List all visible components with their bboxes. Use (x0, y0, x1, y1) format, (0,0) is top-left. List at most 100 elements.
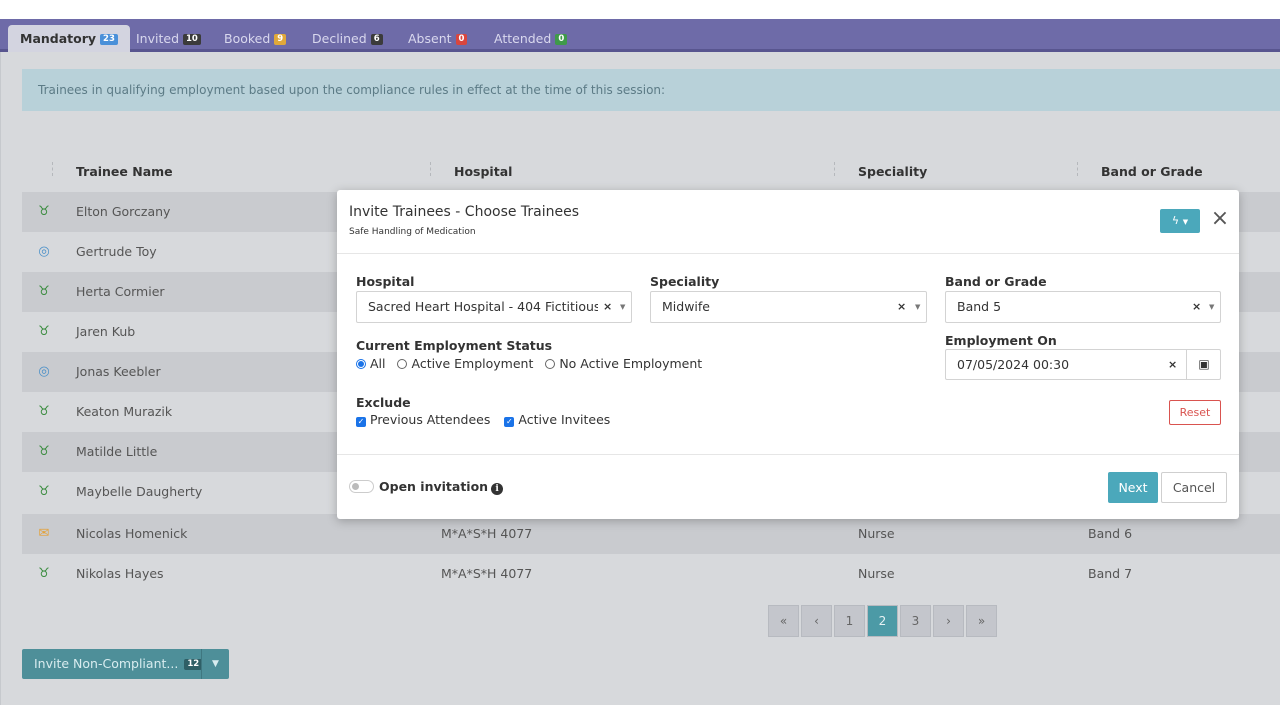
tab-mandatory[interactable]: Mandatory 23 (8, 25, 130, 52)
col-band-grade[interactable]: Band or Grade (1101, 154, 1203, 192)
speciality-select[interactable]: Midwife × ▼ (650, 291, 927, 323)
tab-count-badge: 9 (274, 34, 287, 45)
checkbox-label[interactable]: Active Invitees (518, 412, 610, 427)
speciality-value: Midwife (662, 299, 710, 314)
employment-on-label: Employment On (945, 333, 1057, 348)
exclude-checkboxes: ✓ Previous Attendees ✓ Active Invitees (356, 412, 620, 427)
clear-icon[interactable]: × (897, 292, 906, 322)
clear-icon[interactable]: × (1168, 350, 1177, 380)
column-separator (1077, 162, 1078, 176)
radio-label[interactable]: All (370, 356, 386, 371)
trainee-name: Keaton Murazik (76, 404, 173, 419)
invite-label: Invite Non-Compliant... (34, 656, 179, 671)
trainee-hospital: M*A*S*H 4077 (441, 566, 533, 581)
col-trainee-name[interactable]: Trainee Name (76, 154, 173, 192)
modal-subtitle: Safe Handling of Medication (349, 227, 476, 237)
tab-declined[interactable]: Declined 6 (300, 25, 395, 52)
compliance-notice: Trainees in qualifying employment based … (22, 69, 1280, 111)
trainee-name: Matilde Little (76, 444, 158, 459)
trainee-band: Band 6 (1088, 526, 1133, 541)
reset-button[interactable]: Reset (1169, 400, 1221, 425)
taurus-icon: ♉ (38, 204, 50, 219)
page-3-button[interactable]: 3 (900, 605, 931, 637)
modal-divider (337, 253, 1239, 254)
taurus-icon: ♉ (38, 404, 50, 419)
trainee-name: Elton Gorczany (76, 204, 171, 219)
hospital-select[interactable]: Sacred Heart Hospital - 404 Fictitious .… (356, 291, 632, 323)
trainee-name: Nikolas Hayes (76, 566, 164, 581)
page-prev-button[interactable]: ‹ (801, 605, 832, 637)
table-header: Trainee Name Hospital Speciality Band or… (22, 154, 1280, 192)
chevron-down-icon[interactable]: ▼ (915, 292, 920, 323)
taurus-icon: ♉ (38, 444, 50, 459)
info-icon[interactable]: i (491, 483, 504, 495)
radio-no-active-employment[interactable] (545, 359, 556, 369)
page-first-button[interactable]: « (768, 605, 799, 637)
band-select[interactable]: Band 5 × ▼ (945, 291, 1221, 323)
trainee-name: Jonas Keebler (76, 364, 161, 379)
hospital-value: Sacred Heart Hospital - 404 Fictitious .… (368, 299, 598, 314)
band-value: Band 5 (957, 299, 1002, 314)
target-icon: ◎ (38, 364, 50, 379)
col-speciality[interactable]: Speciality (858, 154, 927, 192)
tab-count-badge: 23 (100, 34, 118, 45)
column-separator (430, 162, 431, 176)
col-hospital[interactable]: Hospital (454, 154, 512, 192)
exclude-label: Exclude (356, 395, 411, 410)
tab-label: Mandatory (20, 31, 97, 46)
tab-label: Invited (136, 31, 180, 46)
page-next-button[interactable]: › (933, 605, 964, 637)
next-button[interactable]: Next (1108, 472, 1158, 503)
taurus-icon: ♉ (38, 566, 50, 581)
checkbox-active-invitees[interactable]: ✓ (504, 417, 515, 427)
lightning-icon: ϟ (1171, 214, 1180, 227)
column-separator (834, 162, 835, 176)
trainee-name: Maybelle Daugherty (76, 484, 203, 499)
tab-absent[interactable]: Absent 0 (396, 25, 479, 52)
calendar-icon[interactable]: ▣ (1186, 350, 1221, 379)
lightning-dropdown-button[interactable]: ϟ ▼ (1160, 209, 1200, 233)
page-1-button[interactable]: 1 (834, 605, 865, 637)
tab-count-badge: 0 (555, 34, 568, 45)
tab-bar: Mandatory 23 Invited 10 Booked 9 Declined 6 … (0, 19, 1280, 52)
target-icon: ◎ (38, 244, 50, 259)
table-row[interactable]: ✉ Nicolas Homenick M*A*S*H 4077 Nurse Ba… (22, 514, 1280, 554)
open-invitation-toggle[interactable] (349, 480, 374, 493)
column-separator (52, 162, 53, 176)
modal-divider (337, 454, 1239, 455)
invite-trainees-modal: Invite Trainees - Choose Trainees Safe H… (337, 190, 1239, 519)
radio-label[interactable]: Active Employment (411, 356, 533, 371)
tab-attended[interactable]: Attended 0 (482, 25, 579, 52)
table-row[interactable]: ♉ Nikolas Hayes M*A*S*H 4077 Nurse Band … (22, 554, 1280, 594)
checkbox-previous-attendees[interactable]: ✓ (356, 417, 366, 427)
close-icon[interactable]: × (1208, 207, 1232, 231)
modal-title: Invite Trainees - Choose Trainees (349, 204, 580, 220)
tab-count-badge: 6 (370, 34, 383, 45)
tab-count-badge: 0 (455, 34, 468, 45)
chevron-down-icon[interactable]: ▼ (1209, 292, 1214, 323)
radio-all[interactable] (356, 359, 366, 369)
page-last-button[interactable]: » (966, 605, 997, 637)
employment-on-field[interactable]: 07/05/2024 00:30 × ▣ (945, 349, 1221, 380)
clear-icon[interactable]: × (1192, 292, 1201, 322)
clear-icon[interactable]: × (603, 292, 612, 322)
tab-booked[interactable]: Booked 9 (212, 25, 298, 52)
tab-count-badge: 10 (183, 34, 201, 45)
trainee-name: Herta Cormier (76, 284, 165, 299)
radio-active-employment[interactable] (397, 359, 408, 369)
envelope-icon: ✉ (38, 526, 50, 541)
tab-invited[interactable]: Invited 10 (124, 25, 213, 52)
tab-label: Absent (408, 31, 452, 46)
caret-down-icon[interactable]: ▼ (201, 649, 229, 679)
checkbox-label[interactable]: Previous Attendees (370, 412, 490, 427)
speciality-label: Speciality (650, 274, 720, 289)
trainee-name: Nicolas Homenick (76, 526, 188, 541)
tab-label: Attended (494, 31, 552, 46)
radio-label[interactable]: No Active Employment (559, 356, 702, 371)
chevron-down-icon[interactable]: ▼ (620, 292, 625, 323)
trainee-hospital: M*A*S*H 4077 (441, 526, 533, 541)
trainee-speciality: Nurse (858, 526, 895, 541)
page-2-button[interactable]: 2 (867, 605, 898, 637)
invite-non-compliant-button[interactable]: Invite Non-Compliant... 12 (22, 649, 203, 679)
cancel-button[interactable]: Cancel (1161, 472, 1227, 503)
